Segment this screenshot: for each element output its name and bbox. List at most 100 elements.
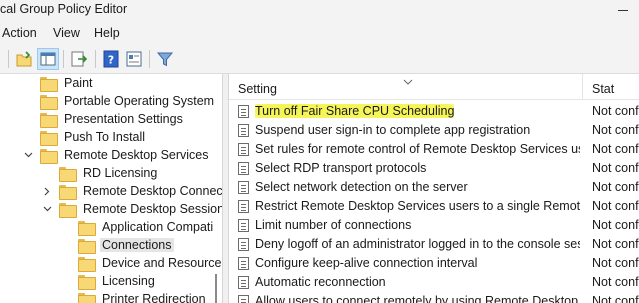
folder-icon xyxy=(40,112,58,128)
policy-state: Not conf xyxy=(592,256,639,270)
tree-item[interactable]: Remote Desktop Session xyxy=(41,200,222,218)
column-separator[interactable] xyxy=(582,74,583,100)
tree-item[interactable]: Connections xyxy=(60,236,174,254)
policy-setting-icon xyxy=(238,257,249,270)
policy-setting-icon xyxy=(238,200,249,213)
policy-name: Turn off Fair Share CPU Scheduling xyxy=(255,104,455,118)
scrollbar-thumb[interactable] xyxy=(215,274,217,303)
sort-caret-icon xyxy=(403,74,413,88)
chevron-down-icon[interactable] xyxy=(41,200,53,218)
properties-icon[interactable] xyxy=(123,48,145,70)
column-header-state[interactable]: Stat xyxy=(592,82,614,96)
policy-setting-icon xyxy=(238,276,249,289)
policy-state: Not conf xyxy=(592,161,639,175)
tree-item-label: Device and Resource xyxy=(102,256,222,270)
policy-row[interactable]: Automatic reconnection Not conf xyxy=(229,273,639,292)
folder-icon xyxy=(40,148,58,164)
policy-row[interactable]: Select RDP transport protocols Not conf xyxy=(229,159,639,178)
policy-setting-icon xyxy=(238,162,249,175)
menu-bar: Action View Help xyxy=(0,22,639,44)
policy-setting-icon xyxy=(238,181,249,194)
highlight-marker: Turn off Fair Share CPU Scheduling xyxy=(255,104,455,118)
folder-icon xyxy=(78,238,96,254)
policy-state: Not conf xyxy=(592,237,639,251)
policy-state: Not conf xyxy=(592,104,639,118)
policy-setting-icon xyxy=(238,143,249,156)
chevron-right-icon[interactable] xyxy=(41,182,53,200)
chevron-down-icon[interactable] xyxy=(22,146,34,164)
policy-name: Select network detection on the server xyxy=(255,180,468,194)
tree-item[interactable]: Push To Install xyxy=(22,128,147,146)
tree-item-label: Remote Desktop Connec xyxy=(83,184,222,198)
policy-state: Not conf xyxy=(592,142,639,156)
policy-row[interactable]: Turn off Fair Share CPU Scheduling Not co… xyxy=(229,102,639,121)
filter-icon[interactable] xyxy=(154,48,176,70)
policy-row[interactable]: Set rules for remote control of Remote D… xyxy=(229,140,639,159)
policy-state: Not conf xyxy=(592,180,639,194)
toolbar-separator xyxy=(8,50,9,68)
folder-icon xyxy=(40,76,58,92)
folder-icon xyxy=(59,166,77,182)
column-header-setting[interactable]: Setting xyxy=(238,82,277,96)
tree-item[interactable]: Device and Resource xyxy=(60,254,222,272)
policy-name: Select RDP transport protocols xyxy=(255,161,427,175)
tree-item-label: Presentation Settings xyxy=(64,112,183,126)
minimize-button[interactable] xyxy=(609,0,639,22)
console-tree: Paint Portable Operating System Presentati… xyxy=(0,74,222,303)
folder-icon xyxy=(59,184,77,200)
tree-item-label: Remote Desktop Services xyxy=(64,148,209,162)
tree-item-label: Application Compati xyxy=(102,220,214,234)
policy-row[interactable]: Restrict Remote Desktop Services users t… xyxy=(229,197,639,216)
tree-item-label: Connections xyxy=(100,238,174,252)
policy-setting-icon xyxy=(238,219,249,232)
policy-setting-icon xyxy=(238,105,249,118)
policy-state: Not conf xyxy=(592,218,639,232)
policy-row[interactable]: Suspend user sign-in to complete app reg… xyxy=(229,121,639,140)
tree-scrollbar[interactable] xyxy=(212,74,220,303)
settings-list: Setting Stat Turn off Fair Share CPU Sch… xyxy=(229,74,639,303)
tree-item-label: Portable Operating System xyxy=(64,94,215,108)
folder-icon xyxy=(40,130,58,146)
tree-item[interactable]: Remote Desktop Connec xyxy=(41,182,222,200)
list-header: Setting Stat xyxy=(229,74,639,100)
tree-item[interactable]: Remote Desktop Services xyxy=(22,146,211,164)
folder-icon xyxy=(59,202,77,218)
policy-name: Restrict Remote Desktop Services users t… xyxy=(255,199,580,213)
policy-row[interactable]: Select network detection on the server No… xyxy=(229,178,639,197)
policy-row[interactable]: Configure keep-alive connection interval… xyxy=(229,254,639,273)
toolbar: ? xyxy=(0,44,639,74)
tree-item[interactable]: RD Licensing xyxy=(41,164,159,182)
menu-help[interactable]: Help xyxy=(94,26,120,40)
policy-row[interactable]: Deny logoff of an administrator logged i… xyxy=(229,235,639,254)
tree-item[interactable]: Licensing xyxy=(60,272,157,290)
tree-item[interactable]: Printer Redirection xyxy=(60,290,208,303)
tree-item[interactable]: Portable Operating System xyxy=(22,92,216,110)
show-hide-tree-icon[interactable] xyxy=(37,48,59,70)
policy-row[interactable]: Limit number of connections Not conf xyxy=(229,216,639,235)
toolbar-separator xyxy=(149,50,150,68)
menu-action[interactable]: Action xyxy=(2,26,37,40)
folder-icon xyxy=(78,292,96,303)
policy-name: Suspend user sign-in to complete app reg… xyxy=(255,123,531,137)
export-list-icon[interactable] xyxy=(68,48,90,70)
policy-name: Limit number of connections xyxy=(255,218,412,232)
policy-name: Configure keep-alive connection interval xyxy=(255,256,478,270)
help-icon[interactable]: ? xyxy=(100,48,122,70)
policy-row[interactable]: Allow users to connect remotely by using… xyxy=(229,292,639,303)
tree-item[interactable]: Presentation Settings xyxy=(22,110,185,128)
policy-setting-icon xyxy=(238,295,249,303)
pane-splitter[interactable] xyxy=(222,74,229,303)
tree-item-label: Paint xyxy=(64,76,93,90)
policy-setting-icon xyxy=(238,124,249,137)
menu-view[interactable]: View xyxy=(53,26,80,40)
policy-name: Deny logoff of an administrator logged i… xyxy=(255,237,580,251)
open-folder-icon[interactable] xyxy=(14,48,36,70)
tree-item[interactable]: Application Compati xyxy=(60,218,215,236)
tree-item[interactable]: Paint xyxy=(22,74,95,92)
